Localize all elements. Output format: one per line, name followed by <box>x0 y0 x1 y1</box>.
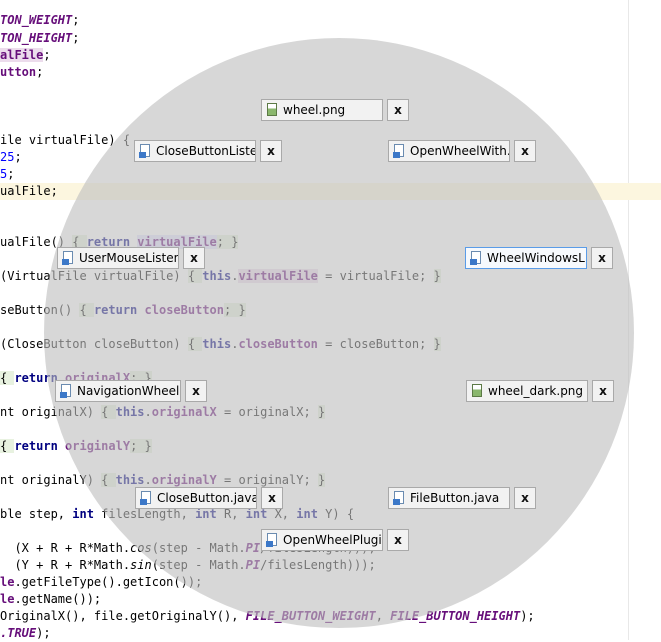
code-token: OriginalX(), file.getOriginalY(), <box>0 609 246 623</box>
code-token: ; <box>36 65 44 79</box>
code-token: sin <box>130 558 152 572</box>
code-token: ualFile; <box>0 184 58 198</box>
close-icon: x <box>598 251 606 265</box>
file-name-label: CloseButtonListe... <box>156 144 255 158</box>
file-button[interactable]: wheel_dark.png <box>466 380 588 402</box>
close-icon: x <box>394 533 402 547</box>
close-icon: x <box>192 384 200 398</box>
code-token: ble step, <box>0 507 73 521</box>
code-line: ualFile; <box>0 183 58 200</box>
code-line: utton; <box>0 64 43 81</box>
file-name-label: wheel_dark.png <box>488 384 584 398</box>
file-button[interactable]: wheel.png <box>261 99 383 121</box>
file-button[interactable]: OpenWheelWith... <box>388 140 510 162</box>
java-file-icon <box>62 251 74 265</box>
close-icon: x <box>268 491 276 505</box>
file-name-label: wheel.png <box>283 103 346 117</box>
close-file-button[interactable]: x <box>387 99 409 121</box>
code-token: ; <box>72 13 80 27</box>
code-token: (Y + R + R*Math. <box>0 558 131 572</box>
close-icon: x <box>267 144 275 158</box>
close-file-button[interactable]: x <box>185 380 207 402</box>
image-file-icon <box>266 103 278 117</box>
code-token: ); <box>36 626 51 640</box>
java-file-icon <box>139 144 151 158</box>
java-file-icon <box>266 533 278 547</box>
code-token: .TRUE <box>0 626 37 640</box>
code-token: alFile <box>0 48 44 62</box>
file-name-label: OpenWheelWith... <box>410 144 510 158</box>
code-line: le.getName()); <box>0 591 101 608</box>
wheel-file-item: UserMouseListen... x <box>57 247 205 269</box>
java-file-icon <box>60 384 72 398</box>
file-name-label: WheelWindowsLi... <box>487 251 586 265</box>
code-token: TON_HEIGHT <box>0 31 73 45</box>
code-line: 25; <box>0 149 22 166</box>
close-file-button[interactable]: x <box>261 487 283 509</box>
wheel-file-item: FileButton.java x <box>388 487 536 509</box>
file-button[interactable]: NavigationWheel.... <box>55 380 181 402</box>
file-button[interactable]: OpenWheelPlugi... <box>261 529 383 551</box>
code-token: 25 <box>0 150 15 164</box>
file-button[interactable]: FileButton.java <box>388 487 510 509</box>
close-file-button[interactable]: x <box>591 247 613 269</box>
code-token: ; <box>14 150 22 164</box>
close-file-button[interactable]: x <box>514 140 536 162</box>
wheel-file-item: NavigationWheel.... x <box>55 380 207 402</box>
code-token: .getName()); <box>14 592 102 606</box>
file-name-label: FileButton.java <box>410 491 500 505</box>
code-line: 5; <box>0 166 14 183</box>
wheel-file-item: OpenWheelWith... x <box>388 140 536 162</box>
close-icon: x <box>521 144 529 158</box>
close-file-button[interactable]: x <box>260 140 282 162</box>
code-line: TON_WEIGHT; <box>0 12 79 29</box>
code-token: { <box>0 371 15 385</box>
code-token: { <box>0 439 15 453</box>
image-file-icon <box>471 384 483 398</box>
code-token: le <box>0 575 15 589</box>
java-file-icon <box>470 251 482 265</box>
file-name-label: NavigationWheel.... <box>77 384 180 398</box>
code-token: return <box>14 439 66 453</box>
code-line: TON_HEIGHT; <box>0 30 79 47</box>
file-name-label: CloseButton.java <box>157 491 257 505</box>
file-name-label: UserMouseListen... <box>79 251 178 265</box>
wheel-file-item: wheel.png x <box>261 99 409 121</box>
close-icon: x <box>394 103 402 117</box>
close-icon: x <box>599 384 607 398</box>
close-file-button[interactable]: x <box>514 487 536 509</box>
file-button[interactable]: UserMouseListen... <box>57 247 179 269</box>
close-file-button[interactable]: x <box>592 380 614 402</box>
code-token: ); <box>520 609 535 623</box>
code-token: ; <box>43 48 51 62</box>
wheel-file-item: OpenWheelPlugi... x <box>261 529 409 551</box>
wheel-file-item: WheelWindowsLi... x <box>465 247 613 269</box>
code-token: le <box>0 592 15 606</box>
java-file-icon <box>393 491 405 505</box>
wheel-file-item: CloseButton.java x <box>135 487 283 509</box>
java-file-icon <box>393 144 405 158</box>
close-file-button[interactable]: x <box>387 529 409 551</box>
code-token: utton <box>0 65 37 79</box>
code-token: ; <box>7 167 15 181</box>
file-button[interactable]: CloseButtonListe... <box>134 140 256 162</box>
code-token: ; <box>72 31 80 45</box>
code-token: int <box>72 507 102 521</box>
code-token: (X + R + R*Math. <box>0 541 131 555</box>
wheel-file-item: CloseButtonListe... x <box>134 140 282 162</box>
java-file-icon <box>140 491 152 505</box>
file-button[interactable]: WheelWindowsLi... <box>465 247 587 269</box>
file-button[interactable]: CloseButton.java <box>135 487 257 509</box>
code-token: TON_WEIGHT <box>0 13 73 27</box>
code-line: alFile; <box>0 47 51 64</box>
close-icon: x <box>190 251 198 265</box>
code-line: .TRUE); <box>0 625 51 642</box>
file-name-label: OpenWheelPlugi... <box>283 533 383 547</box>
wheel-file-item: wheel_dark.png x <box>466 380 614 402</box>
close-file-button[interactable]: x <box>183 247 205 269</box>
close-icon: x <box>521 491 529 505</box>
